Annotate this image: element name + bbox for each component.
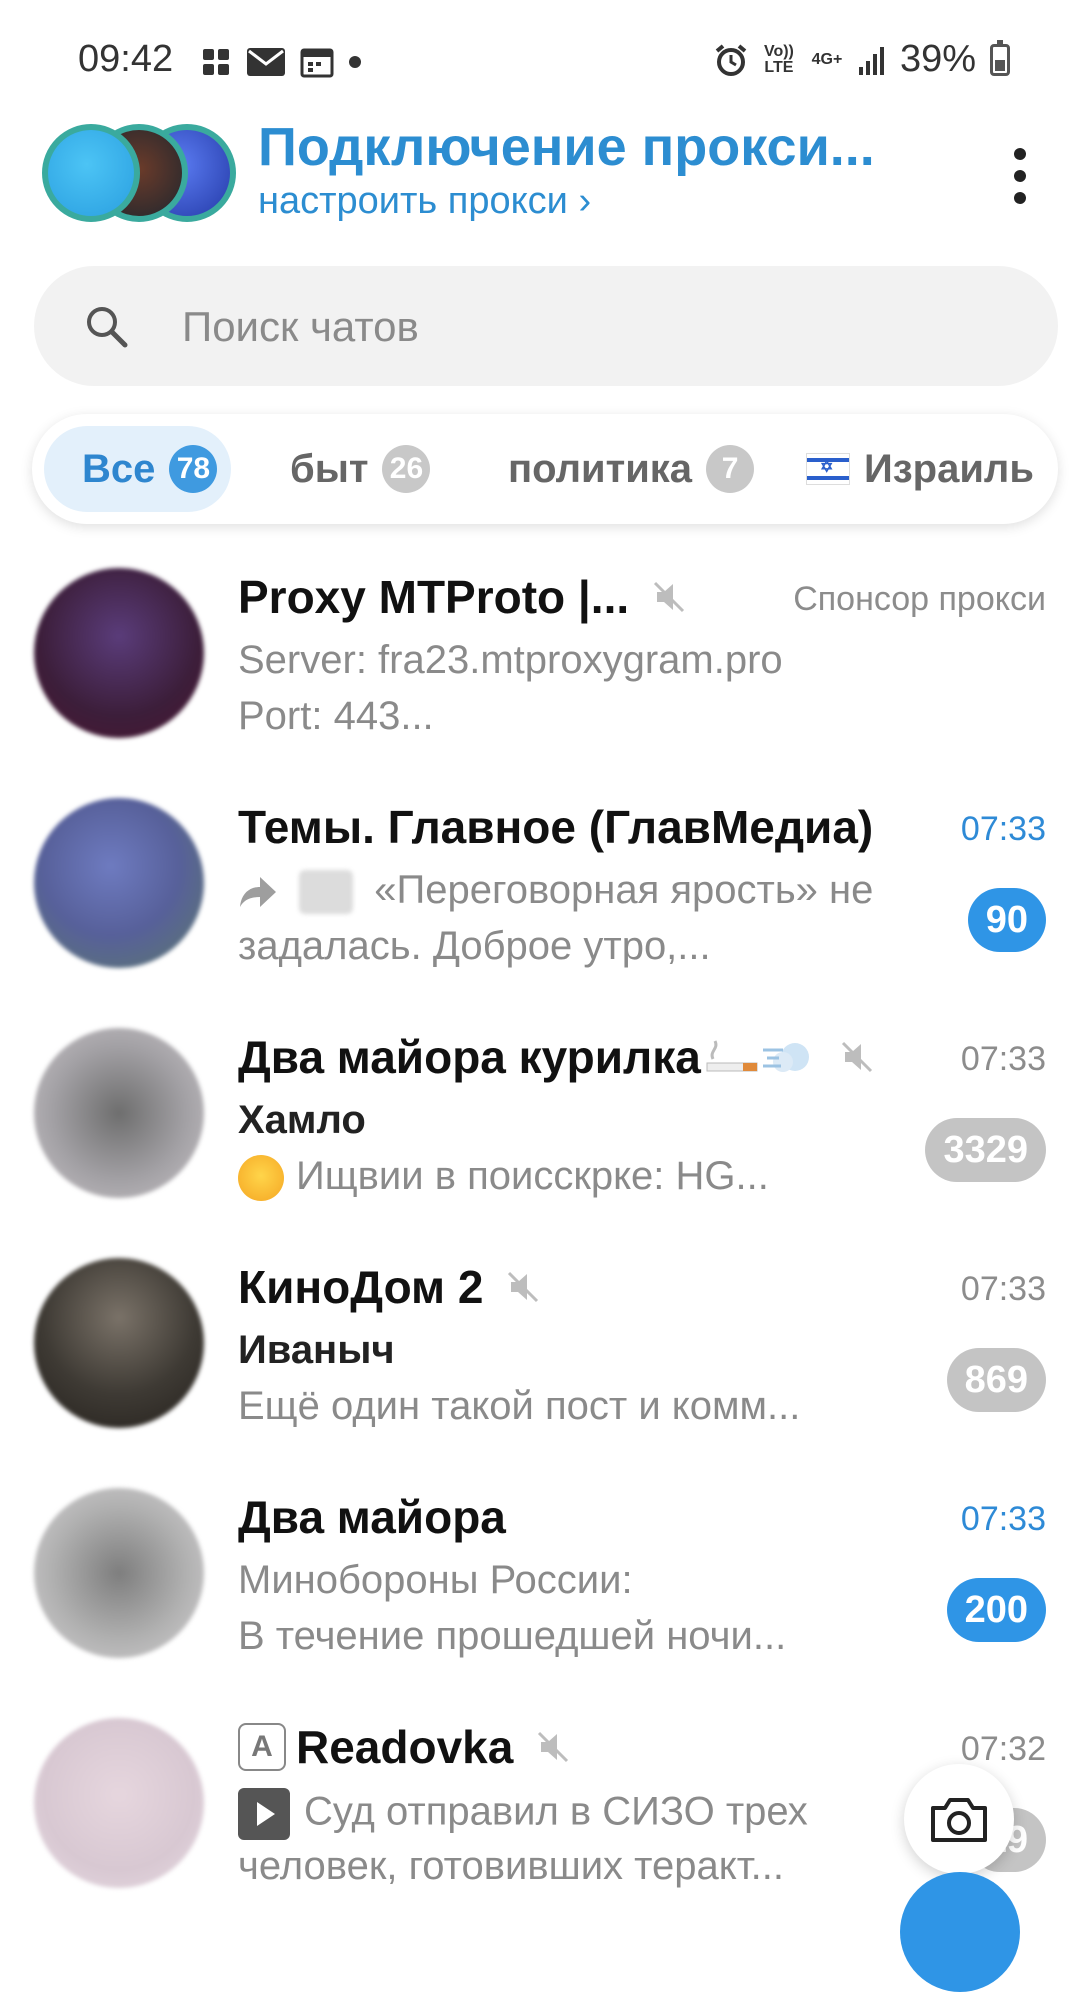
alarm-icon: [715, 43, 747, 76]
chat-time: 07:33: [960, 1500, 1046, 1538]
camera-icon: [931, 1798, 987, 1842]
avatar: [34, 1258, 204, 1428]
avatar: [34, 798, 204, 968]
signal-icon: [858, 46, 884, 75]
volte-icon: Vo)) LTE: [763, 42, 794, 76]
message-preview-2: человек, готовивших теракт...: [238, 1844, 784, 1888]
message-preview: Ещё один такой пост и комм...: [238, 1384, 801, 1428]
message-preview: «Переговорная ярость» не: [238, 868, 873, 915]
muted-icon: [508, 1271, 539, 1303]
media-thumbnail: [299, 870, 354, 915]
forward-icon: [240, 877, 276, 908]
message-sender: Иваныч: [238, 1328, 395, 1372]
message-preview-2: Port: 443...: [238, 694, 434, 738]
4g-icon: 4G+: [811, 50, 843, 68]
tab-label: быт: [290, 446, 369, 491]
message-preview: Суд отправил в СИЗО трех: [238, 1788, 808, 1840]
app-header: Подключение прокси... настроить прокси ›: [0, 100, 1080, 250]
video-thumbnail-icon: [238, 1788, 290, 1840]
message-preview: Server: fra23.mtproxygram.pro: [238, 638, 783, 682]
search-bar[interactable]: [34, 266, 1058, 386]
camera-button[interactable]: [904, 1764, 1014, 1874]
message-sender: Хамло: [238, 1098, 366, 1142]
chat-title: КиноДом 2: [238, 1260, 543, 1314]
tab-israel[interactable]: Израиль: [806, 426, 1034, 512]
tab-label: Все: [82, 446, 156, 491]
avatar: [34, 1028, 204, 1198]
sponsor-label: Спонсор прокси: [793, 580, 1046, 618]
tab-count-badge: 78: [169, 445, 218, 493]
chat-time: 07:33: [960, 810, 1046, 848]
smoking-icon: [706, 1040, 758, 1072]
tab-count-badge: 26: [382, 445, 431, 493]
chat-title: Темы. Главное (ГлавМедиа): [238, 801, 874, 853]
chat-time: 07:33: [960, 1270, 1046, 1308]
status-bar: 09:42 Vo)) LTE 4G+ 39%: [0, 0, 1080, 100]
message-preview: Минобороны России:: [238, 1558, 633, 1602]
message-preview: Ищвии в поисскрке: HG...: [238, 1154, 769, 1202]
tab-label: политика: [508, 446, 693, 491]
search-icon: [87, 307, 128, 348]
ad-badge-icon: A: [238, 1723, 286, 1771]
avatar: [34, 568, 204, 738]
battery-icon: [990, 39, 1010, 76]
new-message-button[interactable]: [900, 1872, 1020, 1992]
chat-row-temy[interactable]: Темы. Главное (ГлавМедиа) 07:33 «Перегов…: [0, 778, 1080, 1010]
muted-icon: [538, 1731, 569, 1763]
status-system-icons: Vo)) LTE 4G+ 39%: [714, 38, 1010, 81]
unread-badge: 869: [946, 1348, 1046, 1412]
tab-politika[interactable]: политика 7: [508, 426, 755, 512]
folder-tabs: Все 78 быт 26 политика 7 Израиль: [32, 414, 1058, 524]
status-notification-icons: [200, 44, 362, 80]
israel-flag-icon: [806, 453, 850, 485]
unread-badge: 200: [946, 1578, 1046, 1642]
more-vertical-icon[interactable]: [1010, 148, 1030, 204]
chat-row-proxy[interactable]: Proxy MTProto |... Спонсор прокси Server…: [0, 548, 1080, 780]
tab-count-badge: 7: [706, 445, 755, 493]
chat-time: 07:33: [960, 1040, 1046, 1078]
tab-byt[interactable]: быт 26: [290, 426, 431, 512]
configure-proxy-link[interactable]: настроить прокси ›: [258, 180, 591, 223]
account-avatars[interactable]: [42, 124, 236, 224]
unread-badge: 90: [967, 888, 1046, 952]
search-input[interactable]: [180, 296, 964, 358]
unread-badge: 3329: [925, 1118, 1046, 1182]
dash-icon: [762, 1043, 809, 1072]
chat-time: 07:32: [960, 1730, 1046, 1768]
calendar-icon: [300, 48, 334, 78]
mail-icon: [247, 48, 285, 76]
chat-row-dva-mayora-kurilka[interactable]: Два майора курилка 07:33 Хамло Ищвии в п…: [0, 1008, 1080, 1240]
chat-title: Два майора курилка: [238, 1030, 877, 1084]
avatar: [34, 1718, 204, 1888]
tab-label: Израиль: [864, 446, 1034, 491]
chat-row-kinodom[interactable]: КиноДом 2 07:33 Иваныч Ещё один такой по…: [0, 1238, 1080, 1470]
chat-title: Два майора: [238, 1491, 506, 1543]
dot-icon: [349, 56, 361, 68]
battery-percent: 39%: [899, 38, 976, 80]
chat-title: Proxy MTProto |...: [238, 570, 689, 624]
message-preview-2: задалась. Доброе утро,...: [238, 924, 711, 968]
tab-all[interactable]: Все 78: [44, 426, 232, 512]
chat-title: A Readovka: [238, 1720, 573, 1774]
status-time: 09:42: [78, 38, 174, 80]
page-title: Подключение прокси...: [258, 117, 875, 177]
puzzle-icon: [203, 49, 229, 75]
muted-icon: [654, 581, 685, 613]
smiling-face-icon: [238, 1155, 284, 1202]
avatar: [34, 1488, 204, 1658]
avatar[interactable]: [42, 124, 140, 222]
muted-icon: [841, 1041, 872, 1073]
chat-row-dva-mayora[interactable]: Два майора 07:33 Минобороны России: В те…: [0, 1468, 1080, 1700]
message-preview-2: В течение прошедшей ночи...: [238, 1614, 787, 1658]
